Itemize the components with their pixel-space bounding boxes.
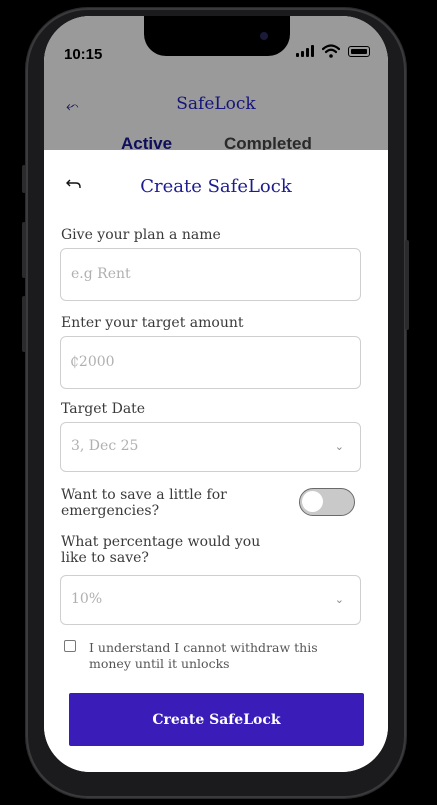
toggle-knob [302, 491, 323, 512]
percentage-select[interactable]: 10% ⌄ [60, 575, 361, 625]
background-title: SafeLock [176, 94, 256, 114]
plan-name-placeholder: e.g Rent [71, 266, 131, 282]
create-safelock-sheet: Create SafeLock Give your plan a name e.… [44, 150, 388, 772]
target-amount-placeholder: ₵2000 [70, 354, 115, 370]
sheet-title: Create SafeLock [140, 176, 292, 197]
status-bar: 10:15 [44, 16, 388, 86]
create-safelock-button[interactable]: Create SafeLock [69, 693, 364, 746]
chevron-down-icon: ⌄ [334, 593, 344, 606]
target-date-label: Target Date [61, 401, 146, 417]
status-time: 10:15 [64, 46, 103, 63]
target-date-value: 3, Dec 25 [71, 438, 139, 454]
plan-name-input[interactable]: e.g Rent [60, 248, 361, 301]
target-amount-input[interactable]: ₵2000 [60, 336, 361, 389]
volume-up-button [22, 222, 26, 278]
agreement-checkbox[interactable] [64, 640, 76, 652]
screen: 10:15 ⬿ SafeLock Active Completed Create… [44, 16, 388, 772]
agreement-text: I understand I cannot withdraw this mone… [89, 640, 318, 671]
signal-icon [296, 45, 314, 57]
camera-icon [260, 32, 268, 40]
battery-icon [348, 45, 370, 57]
emergency-label: Want to save a little for emergencies? [61, 487, 227, 519]
chevron-down-icon: ⌄ [334, 440, 344, 453]
target-amount-label: Enter your target amount [61, 315, 244, 331]
volume-down-button [22, 296, 26, 352]
percentage-label: What percentage would you like to save? [61, 534, 261, 566]
percentage-value: 10% [71, 591, 103, 607]
dynamic-island [144, 16, 290, 56]
status-icons [296, 44, 370, 58]
emergency-toggle[interactable] [299, 488, 355, 516]
plan-name-label: Give your plan a name [61, 227, 221, 243]
wifi-icon [322, 44, 340, 58]
power-button [405, 240, 409, 330]
mute-switch [22, 165, 26, 193]
target-date-select[interactable]: 3, Dec 25 ⌄ [60, 422, 361, 472]
